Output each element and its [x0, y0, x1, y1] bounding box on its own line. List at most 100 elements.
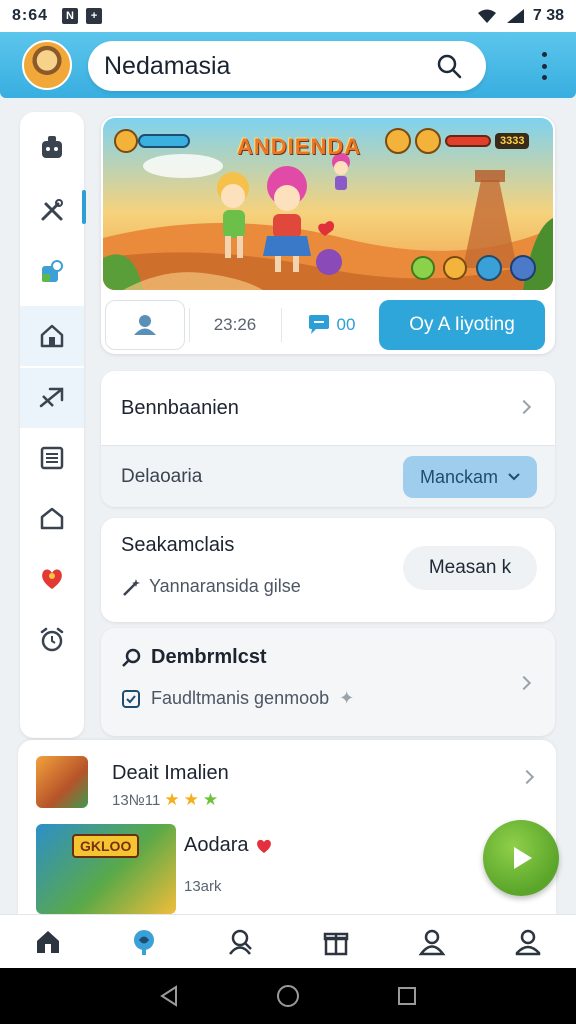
account-icon	[515, 929, 541, 955]
sidebar-item-tools[interactable]	[20, 180, 84, 240]
bottom-navigation	[0, 914, 576, 968]
battery-indicator: 7 38	[532, 7, 564, 24]
star-icon: ★	[202, 790, 219, 809]
hero-action-row: 23:26 00 Oy A Iiyoting	[101, 296, 555, 352]
sidebar-item-alarm[interactable]	[20, 610, 84, 670]
sparkle-icon: ✦	[339, 688, 355, 708]
home-icon	[37, 930, 59, 953]
dropdown-value: Manckam	[419, 466, 499, 487]
list-item-title-row: Aodara	[184, 834, 273, 857]
list-item-meta: 13№11 ★ ★ ★	[112, 790, 218, 810]
status-time: 8:64	[12, 7, 49, 24]
heart-icon	[256, 839, 271, 853]
plus-notification-icon: +	[86, 8, 103, 24]
sidebar-item-house[interactable]	[20, 488, 84, 548]
nav-brain[interactable]	[114, 917, 174, 967]
card-1-header-row[interactable]: Bennbaanien	[101, 371, 555, 445]
game-thumbnail: GKLOO	[36, 824, 176, 914]
brain-icon	[134, 929, 154, 955]
coin-icon	[415, 128, 441, 154]
avatar[interactable]	[22, 40, 72, 90]
chevron-right-icon	[516, 675, 532, 691]
support-icon	[229, 929, 252, 955]
sidebar	[20, 112, 86, 738]
nav-profile[interactable]	[402, 917, 462, 967]
divider	[189, 308, 190, 342]
app-title: Nedamasia	[104, 51, 231, 80]
game-banner[interactable]: ANDIENDA 3333	[103, 118, 553, 290]
profile-icon	[418, 929, 446, 955]
chat-button[interactable]: 00	[291, 300, 371, 350]
puzzle-icon	[42, 260, 63, 282]
play-count-stat: 23:26	[213, 315, 257, 334]
card-2-action-button[interactable]: Measan k	[403, 546, 537, 590]
house-outline-icon	[40, 507, 64, 530]
card-1-dropdown[interactable]: Manckam	[403, 456, 537, 498]
game-list: Deait Imalien 13№11 ★ ★ ★ GKLOO Aodara 1…	[18, 740, 556, 916]
settings-card-1: Bennbaanien Delaoaria Manckam	[101, 371, 555, 507]
system-navigation-bar	[0, 968, 576, 1024]
sidebar-item-list[interactable]	[20, 428, 84, 488]
game-title: ANDIENDA	[237, 134, 362, 159]
magic-wand-icon	[123, 578, 140, 596]
play-fab-button[interactable]	[483, 820, 559, 896]
recents-icon[interactable]	[396, 985, 418, 1007]
play-icon	[514, 847, 532, 869]
home-circle-icon[interactable]	[276, 984, 300, 1008]
featured-game-card[interactable]: ANDIENDA 3333 23:26 00 Oy A Iiyoting	[101, 116, 555, 354]
energy-bar	[445, 135, 491, 147]
list-item-title: Deait Imalien	[112, 762, 229, 784]
thumbnail-badge: GKLOO	[72, 834, 140, 858]
send-icon	[39, 387, 64, 408]
card-2-title: Seakamclais	[121, 534, 235, 556]
settings-card-2: Seakamclais Yannaransida gilse Measan k	[101, 518, 555, 622]
users-icon	[134, 315, 156, 335]
sidebar-item-health[interactable]	[20, 548, 84, 608]
play-now-button[interactable]: Oy A Iiyoting	[379, 300, 545, 350]
card-3-subtitle-row: Faudltmanis genmoob ✦	[121, 688, 354, 709]
notification-icon: N	[62, 8, 79, 24]
nav-account[interactable]	[498, 917, 558, 967]
robot-icon	[42, 136, 62, 158]
home-icon	[40, 324, 64, 348]
app-bar: Nedamasia	[0, 32, 576, 98]
hud-panel: 3333	[385, 126, 547, 156]
star-icon: ★	[183, 790, 199, 809]
divider	[281, 308, 282, 342]
hud-score: 3333	[495, 133, 530, 149]
back-icon[interactable]	[158, 985, 180, 1007]
search-bar[interactable]: Nedamasia	[88, 41, 486, 91]
list-icon	[40, 446, 64, 470]
list-item-meta: 13ark	[184, 878, 222, 895]
chat-count: 00	[336, 315, 356, 334]
settings-card-3[interactable]: Dembrmlcst Faudltmanis genmoob ✦	[101, 628, 555, 736]
card-2-subtitle-row: Yannaransida gilse	[121, 576, 301, 597]
chevron-down-icon	[508, 473, 520, 481]
sidebar-item-puzzle[interactable]	[20, 242, 84, 302]
card-1-title: Bennbaanien	[121, 396, 239, 419]
sidebar-item-send[interactable]	[20, 368, 84, 428]
nav-gift[interactable]	[306, 917, 366, 967]
player-avatar-icon	[385, 128, 411, 154]
chevron-right-icon	[516, 399, 532, 415]
more-menu-icon[interactable]	[542, 52, 548, 80]
players-button[interactable]	[105, 300, 185, 350]
sidebar-item-robot[interactable]	[20, 118, 84, 178]
card-1-option-row: Delaoaria Manckam	[101, 445, 555, 507]
star-icon: ★	[164, 790, 180, 809]
card-3-title: Dembrmlcst	[151, 646, 267, 668]
gift-icon	[323, 932, 349, 955]
nav-support[interactable]	[210, 917, 270, 967]
sidebar-item-home[interactable]	[20, 306, 84, 366]
wifi-icon	[477, 9, 496, 23]
card-3-title-row: Dembrmlcst	[121, 646, 267, 669]
heart-shield-icon	[42, 569, 62, 589]
card-2-subtitle: Yannaransida gilse	[149, 576, 301, 596]
tools-icon	[41, 199, 63, 221]
nav-home[interactable]	[18, 917, 78, 967]
alarm-icon	[40, 627, 64, 652]
list-item-title: Aodara	[184, 834, 249, 856]
search-icon[interactable]	[436, 53, 462, 79]
search-small-icon	[122, 648, 141, 667]
checkbox-icon	[122, 689, 140, 708]
